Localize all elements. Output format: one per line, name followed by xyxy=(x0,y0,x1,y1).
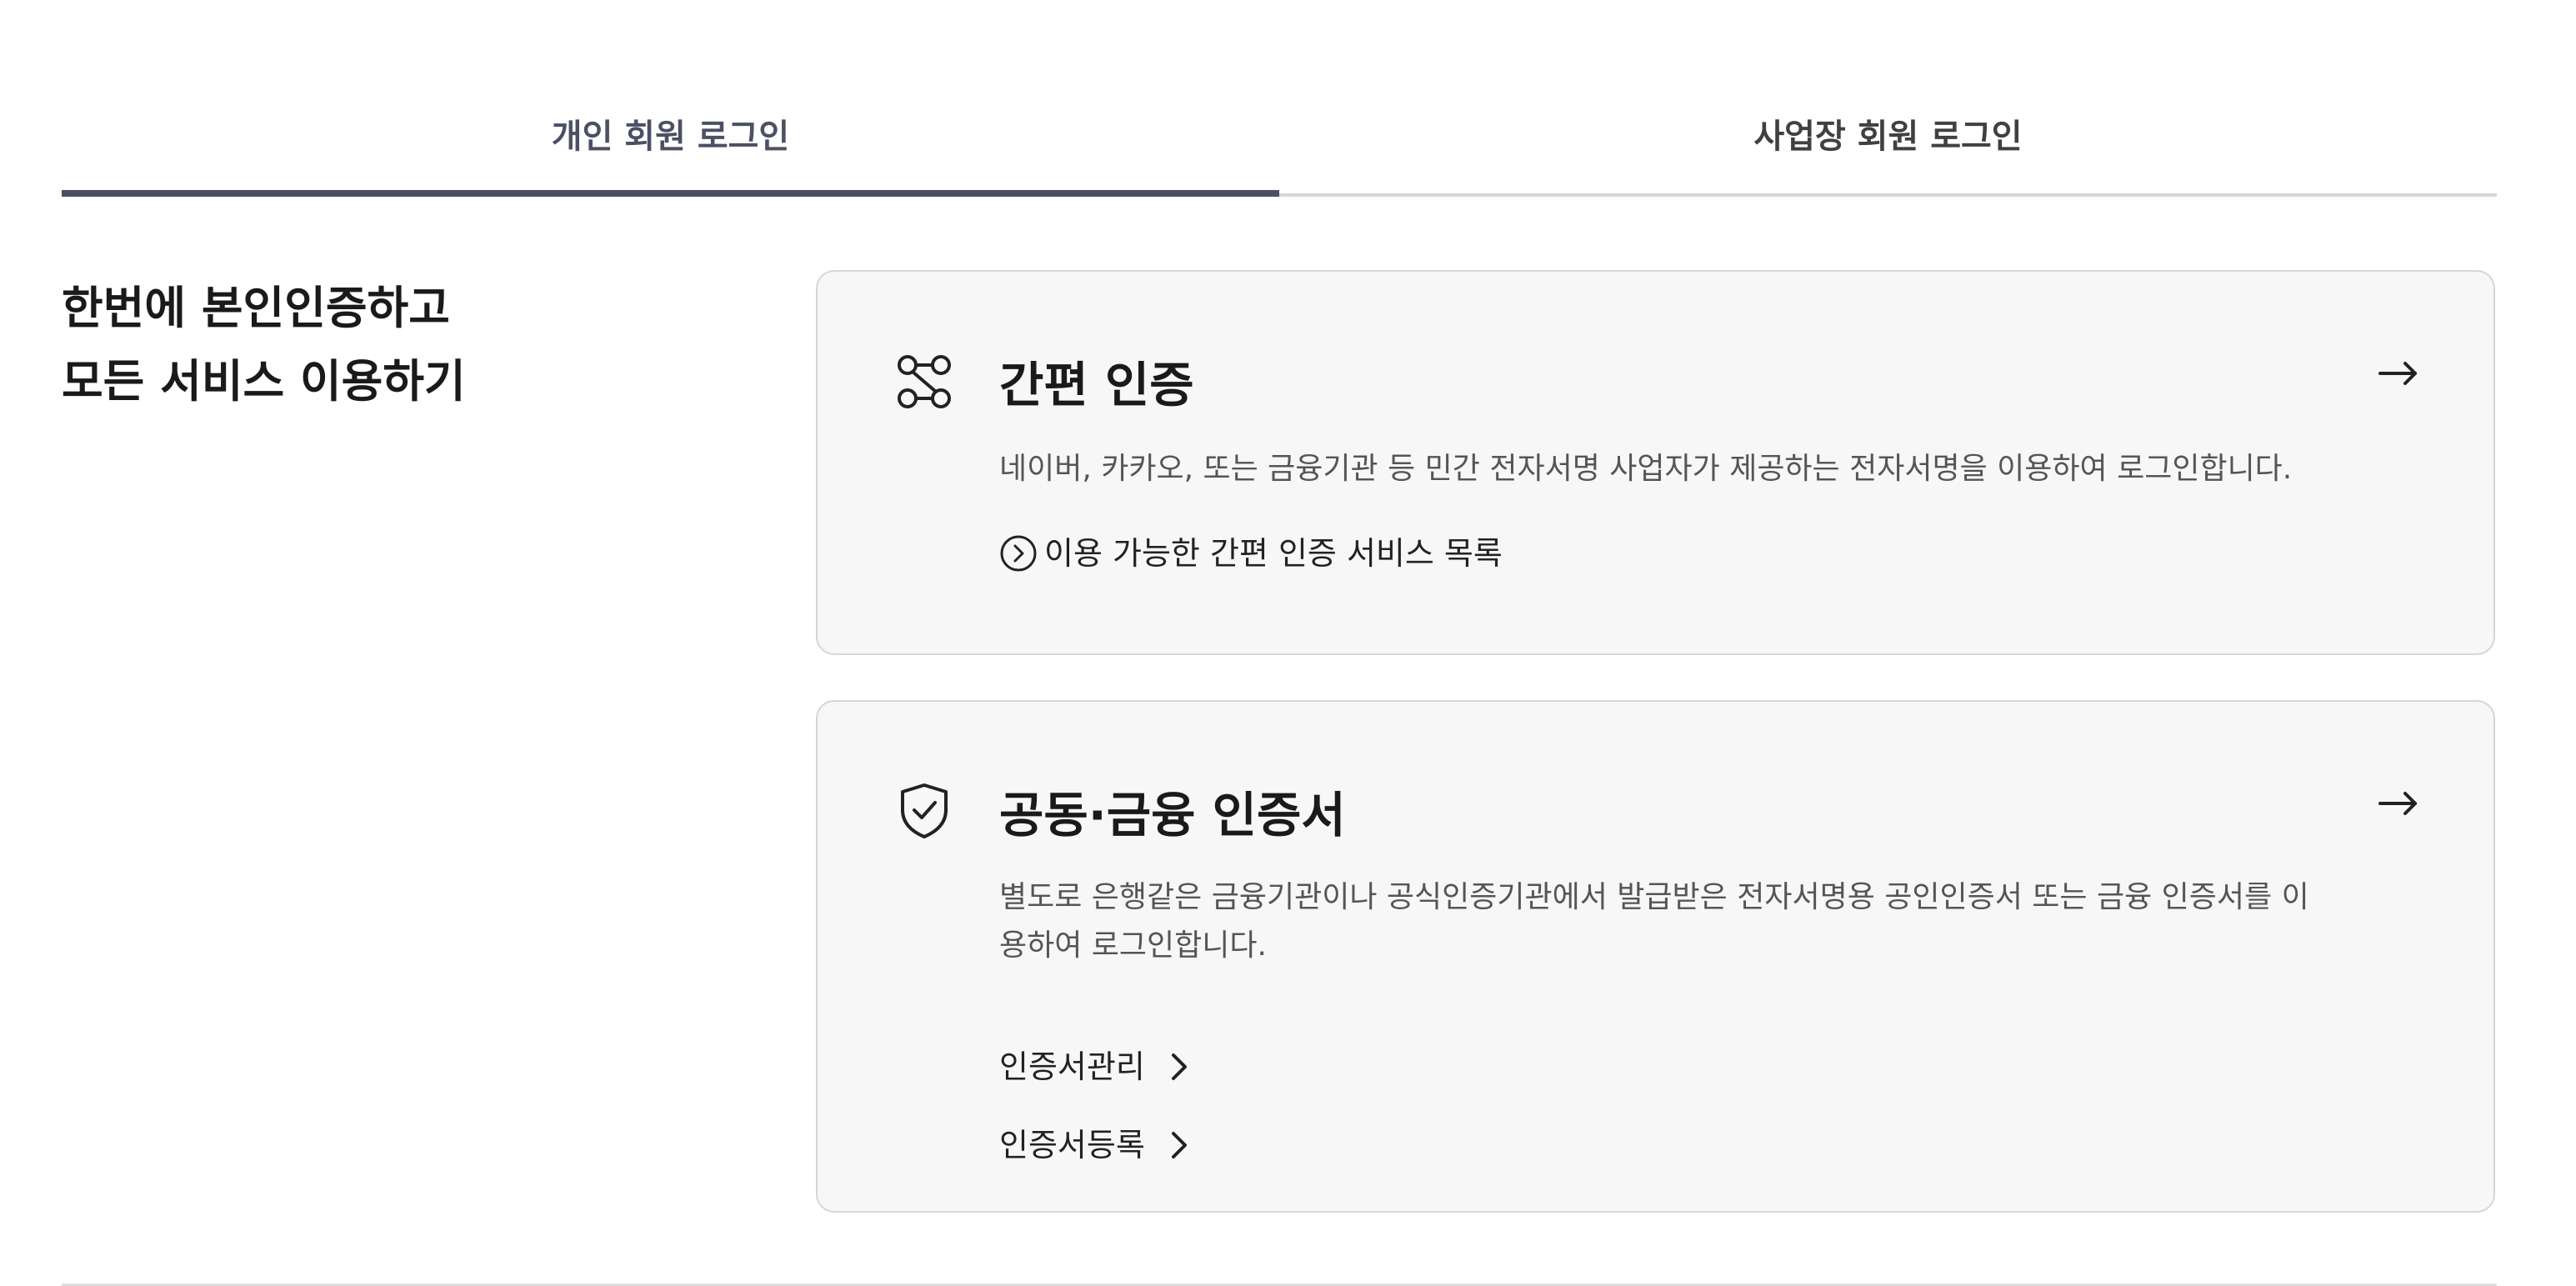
circle-chevron-right-icon xyxy=(1000,535,1037,572)
simple-auth-card[interactable]: 간편 인증 네이버, 카카오, 또는 금융기관 등 민간 전자서명 사업자가 제… xyxy=(816,270,2495,655)
simple-auth-service-list-link[interactable]: 이용 가능한 간편 인증 서비스 목록 xyxy=(999,530,1503,577)
certificate-card[interactable]: 공동·금융 인증서 별도로 은행같은 금융기관이나 공식인증기관에서 발급받은 … xyxy=(816,700,2495,1213)
headline-line-1: 한번에 본인인증하고 xyxy=(62,282,450,334)
tab-business-login[interactable]: 사업장 회원 로그인 xyxy=(1279,100,2497,193)
chevron-right-icon xyxy=(1171,1132,1187,1158)
headline-line-2: 모든 서비스 이용하기 xyxy=(62,355,466,408)
certificate-register-label: 인증서등록 xyxy=(999,1127,1145,1163)
chevron-right-icon xyxy=(1171,1053,1187,1080)
shield-check-icon xyxy=(901,783,948,838)
page-headline: 한번에 본인인증하고 모든 서비스 이용하기 xyxy=(62,272,745,418)
login-tabs: 개인 회원 로그인 사업장 회원 로그인 xyxy=(62,100,2497,197)
certificate-register-link[interactable]: 인증서등록 xyxy=(999,1122,1193,1168)
certificate-manage-label: 인증서관리 xyxy=(999,1048,1145,1085)
certificate-manage-link[interactable]: 인증서관리 xyxy=(999,1043,1193,1090)
certificate-title: 공동·금융 인증서 xyxy=(999,787,1346,843)
link-nodes-icon xyxy=(898,355,951,408)
arrow-right-icon[interactable] xyxy=(2375,780,2422,827)
simple-auth-description: 네이버, 카카오, 또는 금융기관 등 민간 전자서명 사업자가 제공하는 전자… xyxy=(999,452,2293,486)
login-page: 개인 회원 로그인 사업장 회원 로그인 한번에 본인인증하고 모든 서비스 이… xyxy=(62,0,2497,1286)
simple-auth-title: 간편 인증 xyxy=(999,357,1194,413)
arrow-right-icon[interactable] xyxy=(2375,350,2422,397)
simple-auth-service-list-label: 이용 가능한 간편 인증 서비스 목록 xyxy=(1044,535,1503,572)
tab-personal-login[interactable]: 개인 회원 로그인 xyxy=(62,100,1279,197)
certificate-description: 별도로 은행같은 금융기관이나 공식인증기관에서 발급받은 전자서명용 공인인증… xyxy=(999,880,2309,963)
